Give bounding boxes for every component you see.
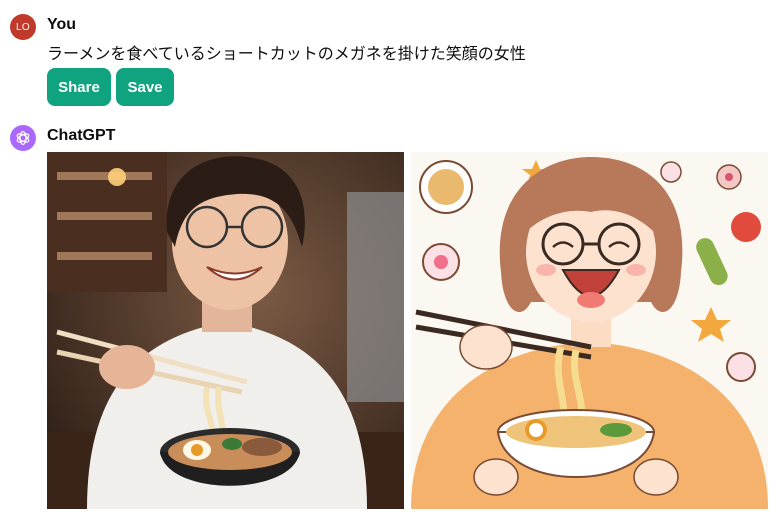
user-prompt-text: ラーメンを食べているショートカットのメガネを掛けた笑顔の女性 xyxy=(47,44,526,63)
user-author-name: You xyxy=(47,16,77,33)
user-avatar: LO xyxy=(10,14,36,40)
save-button[interactable]: Save xyxy=(116,68,174,106)
share-button[interactable]: Share xyxy=(47,68,111,106)
user-avatar-initials: LO xyxy=(16,21,30,33)
openai-logo-icon xyxy=(10,125,36,151)
generated-image-photo[interactable] xyxy=(47,152,404,509)
assistant-author-name: ChatGPT xyxy=(47,127,116,144)
generated-image-illustration[interactable] xyxy=(411,152,768,509)
